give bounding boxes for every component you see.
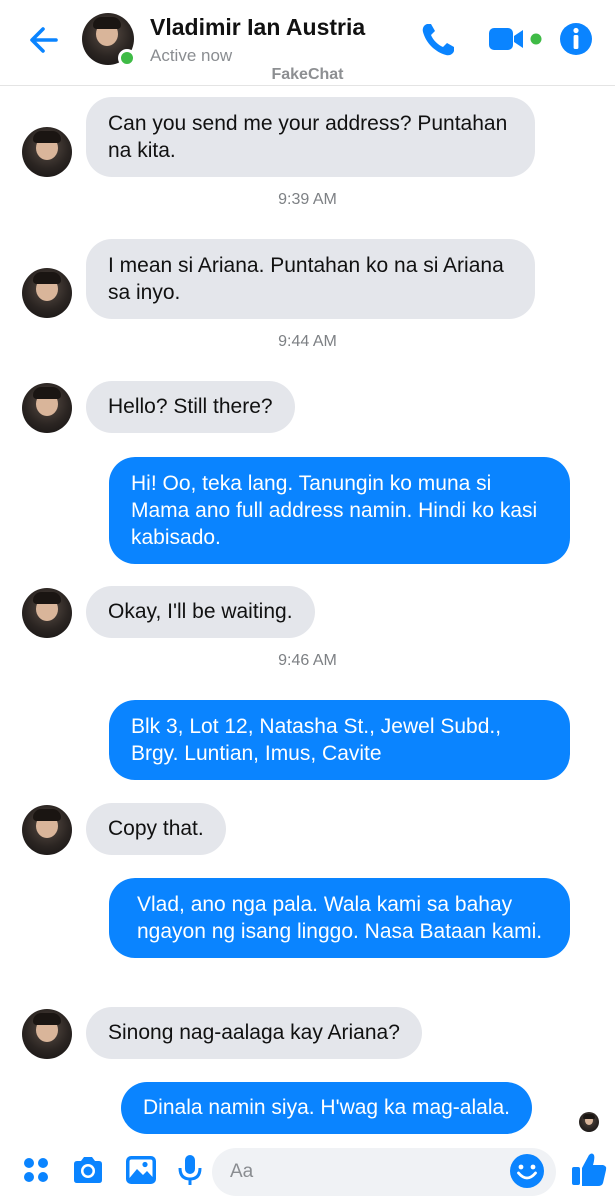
outgoing-message[interactable]: Vlad, ano nga pala. Wala kami sa bahay n… bbox=[109, 878, 570, 958]
avatar bbox=[22, 383, 72, 433]
online-indicator bbox=[118, 49, 136, 67]
back-arrow-icon[interactable] bbox=[24, 20, 64, 60]
avatar bbox=[22, 1009, 72, 1059]
message-input[interactable]: Aa bbox=[212, 1148, 556, 1196]
avatar bbox=[579, 1112, 599, 1132]
outgoing-message[interactable]: Blk 3, Lot 12, Natasha St., Jewel Subd.,… bbox=[109, 700, 570, 780]
contact-name[interactable]: Vladimir Ian Austria bbox=[150, 14, 365, 41]
contact-avatar[interactable] bbox=[82, 13, 136, 67]
microphone-icon[interactable] bbox=[172, 1152, 208, 1188]
info-icon[interactable] bbox=[556, 18, 600, 62]
outgoing-message[interactable]: Dinala namin siya. H'wag ka mag-alala. bbox=[121, 1082, 533, 1134]
incoming-message[interactable]: Copy that. bbox=[86, 803, 226, 855]
incoming-message[interactable]: Hello? Still there? bbox=[86, 381, 295, 433]
incoming-message[interactable]: Can you send me your address? Puntahan n… bbox=[86, 97, 535, 177]
thumbs-up-icon[interactable] bbox=[569, 1149, 609, 1189]
message-input-placeholder: Aa bbox=[230, 1161, 254, 1182]
emoji-icon[interactable] bbox=[508, 1152, 546, 1190]
avatar bbox=[22, 805, 72, 855]
timestamp: 9:44 AM bbox=[278, 333, 337, 350]
avatar bbox=[22, 588, 72, 638]
phone-icon[interactable] bbox=[416, 18, 460, 62]
incoming-message[interactable]: I mean si Ariana. Puntahan ko na si Aria… bbox=[86, 239, 535, 319]
gallery-icon[interactable] bbox=[123, 1152, 159, 1188]
contact-status: Active now bbox=[150, 46, 233, 65]
seen-indicator bbox=[579, 1112, 599, 1132]
incoming-message[interactable]: Sinong nag-aalaga kay Ariana? bbox=[86, 1007, 422, 1059]
incoming-message[interactable]: Okay, I'll be waiting. bbox=[86, 586, 315, 638]
camera-icon[interactable] bbox=[70, 1152, 106, 1188]
avatar bbox=[22, 268, 72, 318]
avatar bbox=[22, 127, 72, 177]
chat-header: Vladimir Ian Austria Active now FakeChat bbox=[0, 0, 615, 86]
outgoing-message[interactable]: Hi! Oo, teka lang. Tanungin ko muna si M… bbox=[109, 457, 570, 564]
watermark: FakeChat bbox=[271, 66, 344, 83]
timestamp: 9:39 AM bbox=[278, 191, 337, 208]
timestamp: 9:46 AM bbox=[278, 652, 337, 669]
apps-icon[interactable] bbox=[18, 1152, 54, 1188]
composer-bar: Aa bbox=[0, 1140, 615, 1200]
video-camera-icon[interactable] bbox=[486, 18, 548, 62]
